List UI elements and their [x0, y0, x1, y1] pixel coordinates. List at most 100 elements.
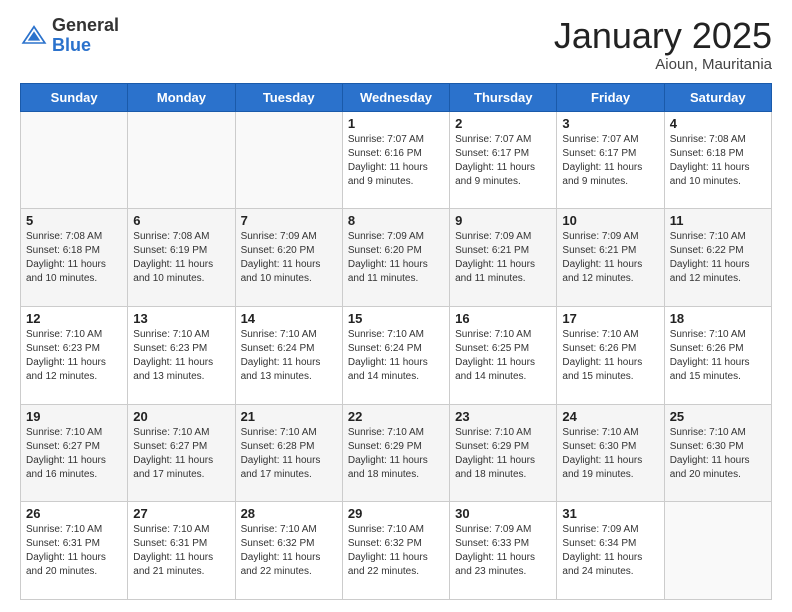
calendar-header-row: SundayMondayTuesdayWednesdayThursdayFrid… — [21, 83, 772, 111]
calendar-cell: 28 Sunrise: 7:10 AM Sunset: 6:32 PM Dayli… — [235, 502, 342, 600]
calendar-cell: 6Sunrise: 7:08 AM Sunset: 6:19 PM Daylig… — [128, 209, 235, 307]
calendar-cell: 4Sunrise: 7:08 AM Sunset: 6:18 PM Daylig… — [664, 111, 771, 209]
day-number: 16 — [455, 311, 551, 326]
page: General Blue January 2025 Aioun, Maurita… — [0, 0, 792, 612]
calendar-cell: 9Sunrise: 7:09 AM Sunset: 6:21 PM Daylig… — [450, 209, 557, 307]
calendar-cell: 26 Sunrise: 7:10 AM Sunset: 6:31 PM Dayli… — [21, 502, 128, 600]
day-number: 10 — [562, 213, 658, 228]
calendar-cell — [664, 502, 771, 600]
day-info: Sunrise: 7:10 AM Sunset: 6:23 PM Dayligh… — [26, 328, 122, 384]
day-header-tuesday: Tuesday — [235, 83, 342, 111]
logo-blue-text: Blue — [52, 35, 91, 55]
calendar-week-row: 5Sunrise: 7:08 AM Sunset: 6:18 PM Daylig… — [21, 209, 772, 307]
day-number: 8 — [348, 213, 444, 228]
calendar-week-row: 26 Sunrise: 7:10 AM Sunset: 6:31 PM Dayli… — [21, 502, 772, 600]
day-number: 6 — [133, 213, 229, 228]
day-number: 3 — [562, 116, 658, 131]
calendar-cell: 5Sunrise: 7:08 AM Sunset: 6:18 PM Daylig… — [21, 209, 128, 307]
calendar-cell: 13 Sunrise: 7:10 AM Sunset: 6:23 PM Dayli… — [128, 306, 235, 404]
day-info: Sunrise: 7:10 AM Sunset: 6:31 PM Dayligh… — [26, 523, 122, 579]
day-info: Sunrise: 7:07 AM Sunset: 6:17 PM Dayligh… — [562, 133, 658, 189]
calendar-cell: 22Sunrise: 7:10 AM Sunset: 6:29 PM Dayli… — [342, 404, 449, 502]
calendar-cell: 11Sunrise: 7:10 AM Sunset: 6:22 PM Dayli… — [664, 209, 771, 307]
calendar-week-row: 12Sunrise: 7:10 AM Sunset: 6:23 PM Dayli… — [21, 306, 772, 404]
day-info: Sunrise: 7:08 AM Sunset: 6:18 PM Dayligh… — [26, 230, 122, 286]
calendar-cell — [21, 111, 128, 209]
title-section: January 2025 Aioun, Mauritania — [554, 16, 772, 73]
calendar-cell: 19 Sunrise: 7:10 AM Sunset: 6:27 PM Dayli… — [21, 404, 128, 502]
calendar-cell: 7 Sunrise: 7:09 AM Sunset: 6:20 PM Daylig… — [235, 209, 342, 307]
day-info: Sunrise: 7:10 AM Sunset: 6:27 PM Dayligh… — [26, 426, 122, 482]
day-number: 1 — [348, 116, 444, 131]
calendar-cell: 8 Sunrise: 7:09 AM Sunset: 6:20 PM Daylig… — [342, 209, 449, 307]
day-number: 17 — [562, 311, 658, 326]
day-info: Sunrise: 7:10 AM Sunset: 6:24 PM Dayligh… — [348, 328, 444, 384]
day-number: 31 — [562, 506, 658, 521]
day-info: Sunrise: 7:07 AM Sunset: 6:16 PM Dayligh… — [348, 133, 444, 189]
calendar-cell: 1 Sunrise: 7:07 AM Sunset: 6:16 PM Daylig… — [342, 111, 449, 209]
logo: General Blue — [20, 16, 119, 56]
calendar-cell: 20Sunrise: 7:10 AM Sunset: 6:27 PM Dayli… — [128, 404, 235, 502]
day-number: 13 — [133, 311, 229, 326]
calendar-cell: 24 Sunrise: 7:10 AM Sunset: 6:30 PM Dayli… — [557, 404, 664, 502]
day-info: Sunrise: 7:10 AM Sunset: 6:31 PM Dayligh… — [133, 523, 229, 579]
calendar-cell: 23 Sunrise: 7:10 AM Sunset: 6:29 PM Dayli… — [450, 404, 557, 502]
day-header-thursday: Thursday — [450, 83, 557, 111]
day-info: Sunrise: 7:09 AM Sunset: 6:34 PM Dayligh… — [562, 523, 658, 579]
day-info: Sunrise: 7:10 AM Sunset: 6:29 PM Dayligh… — [455, 426, 551, 482]
logo-icon — [20, 22, 48, 50]
day-number: 19 — [26, 409, 122, 424]
day-number: 25 — [670, 409, 766, 424]
day-info: Sunrise: 7:10 AM Sunset: 6:22 PM Dayligh… — [670, 230, 766, 286]
day-info: Sunrise: 7:10 AM Sunset: 6:30 PM Dayligh… — [562, 426, 658, 482]
calendar-title: January 2025 — [554, 16, 772, 56]
calendar-table: SundayMondayTuesdayWednesdayThursdayFrid… — [20, 83, 772, 600]
calendar-cell: 21Sunrise: 7:10 AM Sunset: 6:28 PM Dayli… — [235, 404, 342, 502]
day-info: Sunrise: 7:09 AM Sunset: 6:21 PM Dayligh… — [455, 230, 551, 286]
calendar-cell: 18 Sunrise: 7:10 AM Sunset: 6:26 PM Dayli… — [664, 306, 771, 404]
day-header-monday: Monday — [128, 83, 235, 111]
day-number: 2 — [455, 116, 551, 131]
calendar-cell: 12Sunrise: 7:10 AM Sunset: 6:23 PM Dayli… — [21, 306, 128, 404]
day-info: Sunrise: 7:08 AM Sunset: 6:18 PM Dayligh… — [670, 133, 766, 189]
day-info: Sunrise: 7:09 AM Sunset: 6:21 PM Dayligh… — [562, 230, 658, 286]
day-info: Sunrise: 7:10 AM Sunset: 6:23 PM Dayligh… — [133, 328, 229, 384]
day-info: Sunrise: 7:09 AM Sunset: 6:20 PM Dayligh… — [348, 230, 444, 286]
day-number: 15 — [348, 311, 444, 326]
calendar-cell: 27 Sunrise: 7:10 AM Sunset: 6:31 PM Dayli… — [128, 502, 235, 600]
calendar-cell: 31 Sunrise: 7:09 AM Sunset: 6:34 PM Dayli… — [557, 502, 664, 600]
day-number: 26 — [26, 506, 122, 521]
calendar-cell: 17Sunrise: 7:10 AM Sunset: 6:26 PM Dayli… — [557, 306, 664, 404]
day-info: Sunrise: 7:10 AM Sunset: 6:32 PM Dayligh… — [241, 523, 337, 579]
calendar-cell: 2Sunrise: 7:07 AM Sunset: 6:17 PM Daylig… — [450, 111, 557, 209]
day-number: 24 — [562, 409, 658, 424]
calendar-cell: 15 Sunrise: 7:10 AM Sunset: 6:24 PM Dayli… — [342, 306, 449, 404]
calendar-subtitle: Aioun, Mauritania — [554, 56, 772, 73]
day-number: 27 — [133, 506, 229, 521]
day-info: Sunrise: 7:10 AM Sunset: 6:26 PM Dayligh… — [670, 328, 766, 384]
calendar-week-row: 1 Sunrise: 7:07 AM Sunset: 6:16 PM Daylig… — [21, 111, 772, 209]
day-number: 29 — [348, 506, 444, 521]
day-number: 30 — [455, 506, 551, 521]
calendar-cell: 16Sunrise: 7:10 AM Sunset: 6:25 PM Dayli… — [450, 306, 557, 404]
logo-text: General Blue — [52, 16, 119, 56]
day-info: Sunrise: 7:10 AM Sunset: 6:27 PM Dayligh… — [133, 426, 229, 482]
day-info: Sunrise: 7:09 AM Sunset: 6:33 PM Dayligh… — [455, 523, 551, 579]
day-info: Sunrise: 7:09 AM Sunset: 6:20 PM Dayligh… — [241, 230, 337, 286]
day-info: Sunrise: 7:10 AM Sunset: 6:32 PM Dayligh… — [348, 523, 444, 579]
calendar-cell: 25Sunrise: 7:10 AM Sunset: 6:30 PM Dayli… — [664, 404, 771, 502]
day-info: Sunrise: 7:10 AM Sunset: 6:24 PM Dayligh… — [241, 328, 337, 384]
calendar-cell — [128, 111, 235, 209]
day-number: 7 — [241, 213, 337, 228]
day-number: 18 — [670, 311, 766, 326]
calendar-cell — [235, 111, 342, 209]
calendar-cell: 10 Sunrise: 7:09 AM Sunset: 6:21 PM Dayli… — [557, 209, 664, 307]
day-header-sunday: Sunday — [21, 83, 128, 111]
day-number: 23 — [455, 409, 551, 424]
day-number: 14 — [241, 311, 337, 326]
day-number: 21 — [241, 409, 337, 424]
day-info: Sunrise: 7:10 AM Sunset: 6:29 PM Dayligh… — [348, 426, 444, 482]
day-header-saturday: Saturday — [664, 83, 771, 111]
day-number: 28 — [241, 506, 337, 521]
logo-general-text: General — [52, 15, 119, 35]
